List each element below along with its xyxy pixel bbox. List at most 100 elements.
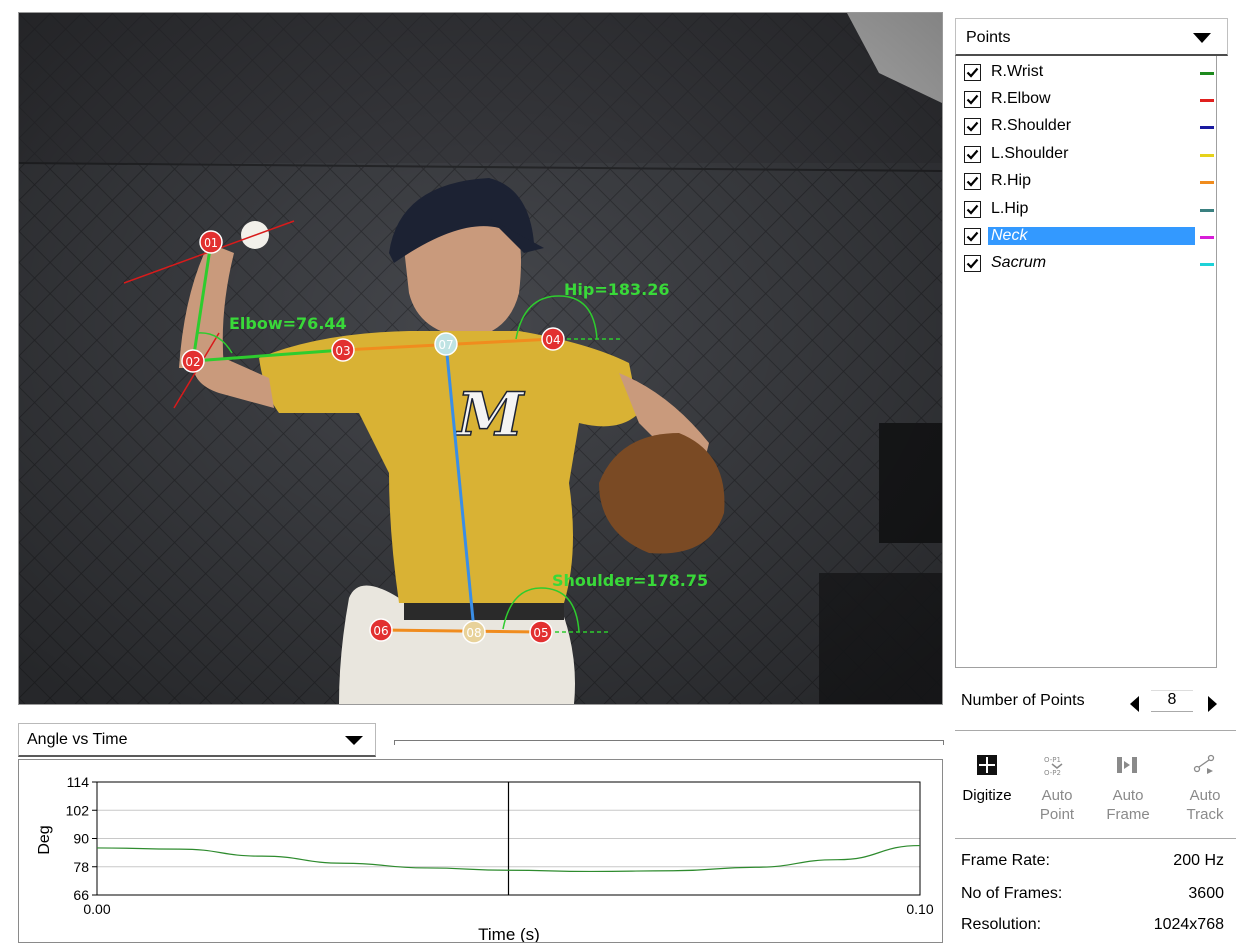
hip-angle-label: Hip=183.26: [564, 280, 669, 299]
point-color-swatch: [1200, 99, 1214, 102]
number-of-points-value[interactable]: 8: [1151, 690, 1193, 712]
auto-track-label-line2: Track: [1186, 806, 1224, 823]
graph-type-select[interactable]: Angle vs Time: [18, 723, 376, 757]
point-checkbox-neck[interactable]: [964, 228, 981, 245]
point-color-swatch: [1200, 126, 1214, 129]
marker-02[interactable]: 02: [181, 349, 205, 373]
digitize-button[interactable]: Digitize: [957, 750, 1017, 805]
marker-03-label: 03: [335, 344, 350, 358]
point-color-swatch: [1200, 154, 1214, 157]
point-row-l-hip[interactable]: L.Hip: [956, 197, 1218, 224]
video-canvas[interactable]: M Elbow=76.44 Hip=183.26 Shoulder=178.75…: [19, 13, 942, 704]
auto-frame-icon: [1117, 757, 1137, 773]
point-row-r-shoulder[interactable]: R.Shoulder: [956, 114, 1218, 141]
check-icon: [966, 121, 979, 132]
point-label: Sacrum: [991, 254, 1047, 271]
point-row-neck[interactable]: Neck: [956, 224, 1218, 251]
point-label: Neck: [988, 227, 1195, 245]
point-row-r-hip[interactable]: R.Hip: [956, 169, 1218, 196]
resolution-value: 1024x768: [1153, 916, 1224, 933]
x-axis-label: Time (s): [478, 925, 540, 942]
check-icon: [966, 176, 979, 187]
marker-08[interactable]: 08: [462, 620, 486, 644]
auto-track-label-line1: Auto: [1189, 787, 1221, 804]
marker-01-label: 01: [204, 236, 218, 250]
auto-frame-label-line1: Auto: [1112, 787, 1144, 804]
auto-point-button[interactable]: O-P1 O-P2 Auto Point: [1027, 750, 1087, 824]
angle-chart: 114 102 90 78 66 0.00 0.10 Deg Time (s): [18, 759, 943, 943]
y-axis-label: Deg: [36, 825, 53, 854]
angle-chart-svg: 114102907866 0.00 0.10 Deg Time (s): [36, 774, 934, 942]
check-icon: [966, 204, 979, 215]
marker-08-label: 08: [466, 626, 481, 640]
x-tick-labels: 0.00 0.10: [83, 901, 933, 917]
auto-track-button[interactable]: Auto Track: [1175, 750, 1235, 824]
auto-point-icon: O-P1 O-P2: [1044, 756, 1063, 777]
auto-point-label-line2: Point: [1039, 806, 1075, 823]
point-checkbox-l-shoulder[interactable]: [964, 146, 981, 163]
check-icon: [966, 149, 979, 160]
hip-line: [380, 628, 542, 634]
svg-text:O-P2: O-P2: [1044, 769, 1061, 777]
point-checkbox-r-hip[interactable]: [964, 173, 981, 190]
point-checkbox-r-shoulder[interactable]: [964, 118, 981, 135]
point-checkbox-r-wrist[interactable]: [964, 64, 981, 81]
y-tick-label: 114: [67, 774, 90, 790]
marker-06-label: 06: [373, 624, 388, 638]
video-frame[interactable]: M Elbow=76.44 Hip=183.26 Shoulder=178.75…: [18, 12, 943, 705]
auto-point-label-line1: Auto: [1041, 787, 1073, 804]
marker-06[interactable]: 06: [369, 618, 393, 642]
frames-label: No of Frames:: [961, 885, 1063, 902]
point-label: R.Elbow: [991, 90, 1051, 107]
digitize-label: Digitize: [962, 787, 1012, 804]
chevron-down-icon[interactable]: [1193, 33, 1211, 43]
frame-rate-row: Frame Rate: 200 Hz: [961, 852, 1224, 874]
point-row-sacrum[interactable]: Sacrum: [956, 251, 1218, 278]
graph-toolbar-rule: [394, 740, 944, 745]
svg-text:O-P1: O-P1: [1044, 756, 1061, 764]
points-list[interactable]: R.Wrist R.Elbow R.Shoulder L.Shoulder R.…: [955, 56, 1217, 668]
y-tick-labels: 114102907866: [66, 774, 97, 903]
point-row-r-elbow[interactable]: R.Elbow: [956, 87, 1218, 114]
number-of-points-label: Number of Points: [961, 692, 1085, 709]
marker-05-label: 05: [533, 626, 548, 640]
point-color-swatch: [1200, 263, 1214, 266]
point-color-swatch: [1200, 181, 1214, 184]
auto-frame-button[interactable]: Auto Frame: [1098, 750, 1158, 824]
point-row-r-wrist[interactable]: R.Wrist: [956, 60, 1218, 87]
marker-05[interactable]: 05: [529, 620, 553, 644]
point-label: R.Hip: [991, 172, 1032, 189]
point-row-l-shoulder[interactable]: L.Shoulder: [956, 142, 1218, 169]
marker-07-label: 07: [438, 338, 453, 352]
x-tick-label: 0.00: [83, 901, 110, 917]
graph-type-select-value: Angle vs Time: [27, 731, 128, 748]
point-checkbox-l-hip[interactable]: [964, 201, 981, 218]
auto-frame-label: Auto Frame: [1098, 786, 1158, 824]
y-tick-label: 78: [73, 859, 89, 875]
point-checkbox-sacrum[interactable]: [964, 255, 981, 272]
auto-track-icon: [1193, 754, 1215, 774]
shoulder-angle-label: Shoulder=178.75: [552, 571, 708, 590]
point-label: R.Wrist: [991, 63, 1044, 80]
points-select[interactable]: Points: [955, 18, 1228, 56]
decrement-arrow-icon[interactable]: [1130, 696, 1139, 712]
marker-01[interactable]: 01: [199, 230, 223, 254]
y-tick-label: 102: [66, 802, 90, 818]
frame-rate-label: Frame Rate:: [961, 852, 1050, 869]
point-checkbox-r-elbow[interactable]: [964, 91, 981, 108]
marker-04[interactable]: 04: [541, 327, 565, 351]
point-color-swatch: [1200, 72, 1214, 75]
chevron-down-icon[interactable]: [345, 736, 363, 745]
section-divider: [955, 838, 1236, 839]
frame-rate-value: 200 Hz: [1173, 852, 1224, 869]
marker-07[interactable]: 07: [434, 332, 458, 356]
elbow-angle-label: Elbow=76.44: [229, 314, 347, 333]
section-divider: [955, 730, 1236, 731]
auto-frame-label-line2: Frame: [1106, 806, 1150, 823]
check-icon: [966, 258, 979, 269]
point-label: L.Shoulder: [991, 145, 1069, 162]
side-panel: Points R.Wrist R.Elbow R.Shoulder L.Shou…: [955, 0, 1236, 943]
increment-arrow-icon[interactable]: [1208, 696, 1217, 712]
check-icon: [966, 94, 979, 105]
marker-03[interactable]: 03: [331, 338, 355, 362]
